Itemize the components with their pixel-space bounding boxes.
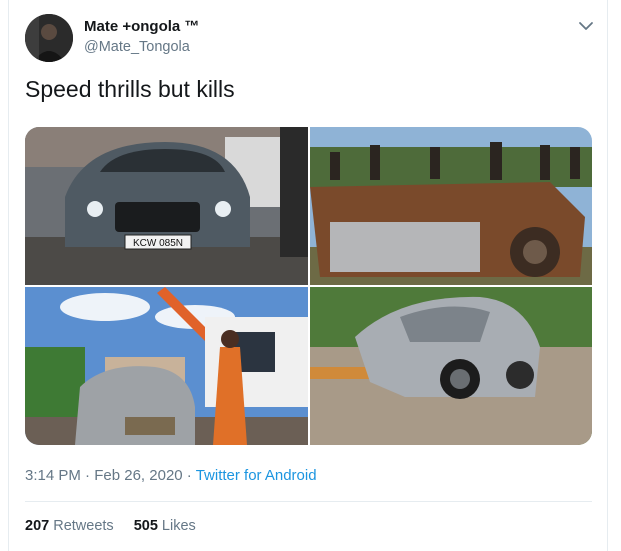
license-plate: KCW 085N — [133, 238, 183, 249]
avatar[interactable] — [25, 14, 73, 62]
likes-label: Likes — [161, 518, 196, 534]
tweet-text: Speed thrills but kills — [25, 76, 235, 102]
user-handle[interactable]: @Mate_Tongola — [84, 39, 190, 55]
tweet-stats: 207 Retweets 505 Likes — [25, 518, 196, 534]
retweets-count: 207 — [25, 518, 50, 534]
retweets-stat[interactable]: 207 Retweets — [25, 518, 114, 534]
tweet-time[interactable]: 3:14 PM — [25, 467, 81, 484]
photo-tow-truck[interactable] — [25, 287, 308, 445]
media-grid: KCW 085N — [25, 127, 592, 445]
retweets-label: Retweets — [53, 518, 114, 534]
likes-count: 505 — [133, 518, 158, 534]
meta-separator: · — [182, 467, 196, 484]
meta-separator: · — [80, 467, 95, 484]
tweet-meta: 3:14 PM · Feb 26, 2020 · Twitter for And… — [25, 467, 317, 484]
tweet-date[interactable]: Feb 26, 2020 — [94, 467, 182, 484]
photo-car-front[interactable]: KCW 085N — [25, 127, 308, 285]
tweet-source-link[interactable]: Twitter for Android — [196, 467, 317, 484]
divider — [25, 501, 592, 502]
display-name[interactable]: Mate +ongola ™ — [84, 18, 199, 35]
photo-crushed-car[interactable] — [310, 287, 592, 445]
likes-stat[interactable]: 505 Likes — [134, 518, 196, 534]
photo-overturned-car[interactable] — [310, 127, 592, 285]
chevron-down-icon[interactable] — [576, 16, 596, 36]
